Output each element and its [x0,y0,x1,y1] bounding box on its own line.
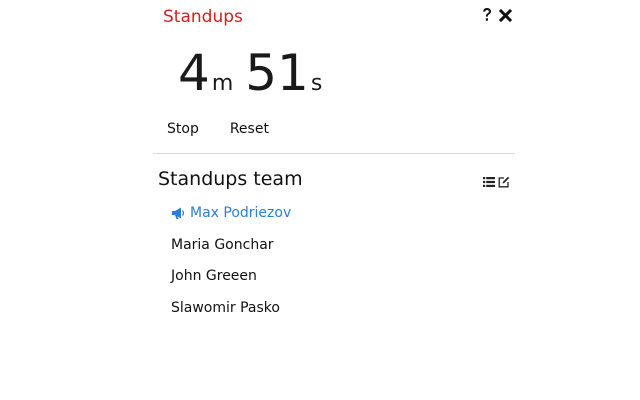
team-actions [483,176,510,188]
reset-button[interactable]: Reset [230,121,269,137]
member-name: John Greeen [171,268,257,284]
timer-seconds-unit: s [310,71,323,96]
standups-panel: Standups 4 m 51 s Stop Reset Standups te… [153,0,515,400]
team-member[interactable]: Slawomir Pasko [171,298,291,330]
member-name: Max Podriezov [190,205,292,221]
question-mark-icon[interactable] [480,6,494,24]
megaphone-icon [172,207,185,219]
team-title: Standups team [158,168,303,190]
member-name: Maria Gonchar [171,236,274,253]
timer-minutes: 4 [178,44,210,102]
header-actions [480,6,512,24]
stop-button[interactable]: Stop [167,121,199,137]
team-member-list: Max Podriezov Maria Gonchar John Greeen … [171,203,291,329]
countdown-timer: 4 m 51 s [178,48,322,98]
timer-controls: Stop Reset [167,121,269,137]
timer-minutes-unit: m [211,71,234,96]
team-member[interactable]: John Greeen [171,266,291,298]
list-icon[interactable] [483,176,495,188]
team-member-current[interactable]: Max Podriezov [171,203,291,235]
team-member[interactable]: Maria Gonchar [171,235,291,267]
edit-icon[interactable] [498,176,510,188]
member-name: Slawomir Pasko [171,299,280,316]
app-title: Standups [163,7,243,27]
close-icon[interactable] [498,6,512,24]
timer-seconds: 51 [245,44,309,102]
divider [153,153,515,154]
